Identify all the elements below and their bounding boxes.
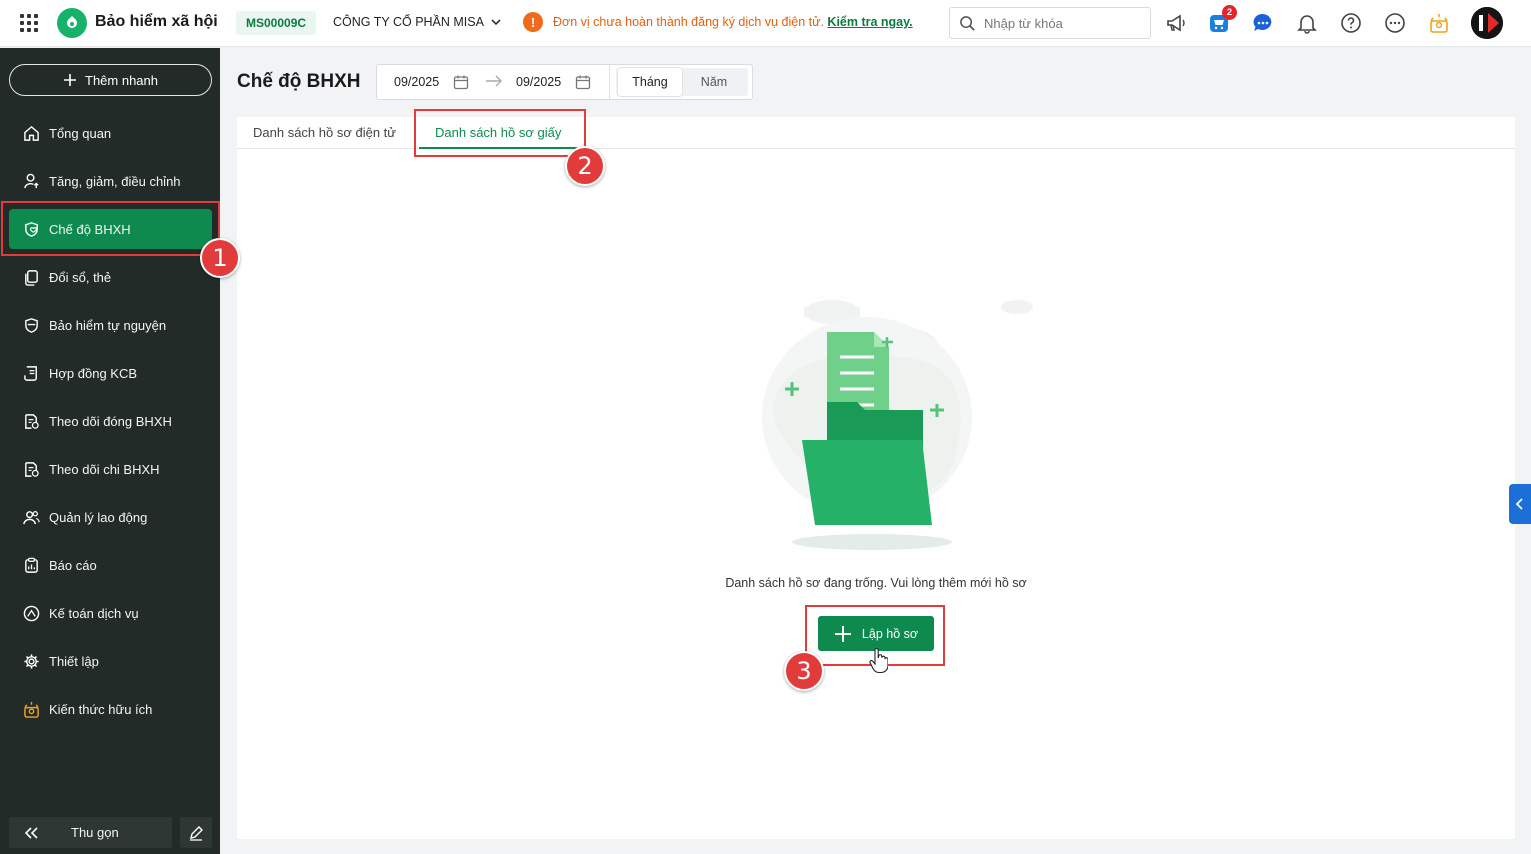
quick-add-label: Thêm nhanh — [85, 72, 158, 88]
more-icon[interactable] — [1383, 11, 1407, 35]
quick-add-button[interactable]: Thêm nhanh — [9, 64, 212, 96]
cart-icon[interactable]: 2 — [1207, 5, 1237, 35]
users-icon — [22, 508, 40, 526]
check-now-link[interactable]: Kiểm tra ngay. — [827, 15, 912, 29]
arrow-right-icon — [485, 74, 503, 91]
sidebar-item-label: Thiết lập — [49, 653, 99, 669]
company-selector[interactable]: CÔNG TY CỔ PHẦN MISA — [333, 15, 502, 29]
doc-track-icon — [22, 460, 40, 478]
sidebar-item-track-payment[interactable]: Theo dõi đóng BHXH — [9, 401, 212, 441]
search-icon — [960, 15, 975, 31]
warning-text: Đơn vị chưa hoàn thành đăng ký dịch vụ đ… — [553, 15, 824, 29]
sidebar-item-label: Đổi sổ, thẻ — [49, 269, 112, 285]
shield-icon — [22, 316, 40, 334]
side-panel-toggle[interactable] — [1509, 484, 1531, 524]
app-title: Bảo hiểm xã hội — [95, 13, 218, 30]
collapse-label: Thu gọn — [71, 825, 119, 840]
step-badge-2: 2 — [565, 146, 605, 186]
sidebar-item-label: Tổng quan — [49, 125, 112, 141]
sidebar-item-label: Bảo hiểm tự nguyện — [49, 317, 167, 333]
sidebar-item-report[interactable]: Báo cáo — [9, 545, 212, 585]
sidebar-item-label: Hợp đồng KCB — [49, 365, 138, 381]
date-from-field[interactable]: 09/2025 — [394, 65, 469, 99]
highlight-box-step-2 — [414, 109, 586, 157]
megaphone-icon[interactable] — [1164, 11, 1188, 35]
chat-icon[interactable] — [1251, 11, 1275, 35]
company-name: CÔNG TY CỔ PHẦN MISA — [333, 15, 484, 29]
sidebar-item-service-accounting[interactable]: Kế toán dịch vụ — [9, 593, 212, 633]
search-box[interactable] — [949, 7, 1151, 39]
period-toggle: Tháng Năm — [616, 68, 748, 96]
date-to-field[interactable]: 09/2025 — [516, 65, 591, 99]
app-logo-icon — [57, 8, 87, 38]
bell-icon[interactable] — [1295, 11, 1319, 35]
date-range-picker: 09/2025 09/2025 Tháng Năm — [376, 64, 753, 100]
knowledge-icon — [22, 700, 40, 718]
sidebar-item-label: Kế toán dịch vụ — [49, 605, 139, 621]
knowledge-bulb-icon[interactable] — [1427, 11, 1451, 35]
highlight-box-step-1 — [1, 201, 220, 256]
period-year-button[interactable]: Năm — [682, 68, 746, 96]
report-icon — [22, 556, 40, 574]
date-from-value: 09/2025 — [394, 75, 440, 89]
user-arrow-icon — [22, 172, 40, 190]
search-input[interactable] — [984, 15, 1144, 31]
sidebar-item-card-exchange[interactable]: Đổi sổ, thẻ — [9, 257, 212, 297]
double-chevron-left-icon — [24, 826, 38, 839]
sidebar-item-label: Theo dõi chi BHXH — [49, 461, 160, 477]
sidebar-item-voluntary-insurance[interactable]: Bảo hiểm tự nguyện — [9, 305, 212, 345]
edit-icon — [190, 825, 203, 841]
date-to-value: 09/2025 — [516, 75, 562, 89]
contract-icon — [22, 364, 40, 382]
sidebar: Thêm nhanh Tổng quan Tăng, giảm, điều ch… — [0, 48, 220, 854]
help-icon[interactable] — [1339, 11, 1363, 35]
sidebar-item-label: Kiến thức hữu ích — [49, 701, 153, 717]
content-panel: Danh sách hồ sơ điện tử Danh sách hồ sơ … — [237, 117, 1515, 839]
calendar-icon — [454, 75, 469, 90]
step-badge-3: 3 — [784, 651, 824, 691]
sidebar-item-increase-decrease[interactable]: Tăng, giảm, điều chỉnh — [9, 161, 212, 201]
hand-cursor-icon — [869, 648, 888, 674]
empty-folder-illustration — [762, 300, 1033, 550]
sidebar-item-label: Quản lý lao động — [49, 509, 148, 525]
sidebar-item-overview[interactable]: Tổng quan — [9, 113, 212, 153]
sidebar-item-settings[interactable]: Thiết lập — [9, 641, 212, 681]
top-bar: Bảo hiểm xã hội MS00009C CÔNG TY CỔ PHẦN… — [0, 0, 1531, 47]
step-badge-1: 1 — [200, 238, 240, 278]
tax-code-badge: MS00009C — [236, 11, 317, 35]
page-title: Chế độ BHXH — [237, 71, 361, 92]
warning-message: Đơn vị chưa hoàn thành đăng ký dịch vụ đ… — [553, 15, 913, 29]
period-month-button[interactable]: Tháng — [618, 68, 682, 96]
sidebar-item-label: Tăng, giảm, điều chỉnh — [49, 173, 181, 189]
empty-message: Danh sách hồ sơ đang trống. Vui lòng thê… — [725, 576, 1027, 590]
sidebar-item-useful-knowledge[interactable]: Kiến thức hữu ích — [9, 689, 212, 729]
user-avatar[interactable] — [1471, 7, 1503, 39]
divider — [609, 65, 610, 99]
warning-icon: ! — [523, 12, 543, 32]
sidebar-item-track-spending[interactable]: Theo dõi chi BHXH — [9, 449, 212, 489]
service-icon — [22, 604, 40, 622]
sidebar-item-label: Theo dõi đóng BHXH — [49, 413, 172, 429]
collapse-sidebar-button[interactable]: Thu gọn — [9, 817, 172, 848]
edit-menu-button[interactable] — [180, 817, 212, 848]
apps-grid-icon[interactable] — [20, 14, 38, 32]
plus-icon — [64, 74, 76, 86]
cart-badge: 2 — [1222, 5, 1237, 20]
copy-icon — [22, 268, 40, 286]
gear-icon — [22, 652, 40, 670]
tab-electronic-records[interactable]: Danh sách hồ sơ điện tử — [253, 117, 396, 149]
chevron-down-icon — [491, 19, 501, 26]
chevron-left-icon — [1515, 498, 1523, 510]
sidebar-item-kcb-contract[interactable]: Hợp đồng KCB — [9, 353, 212, 393]
sidebar-item-labor-management[interactable]: Quản lý lao động — [9, 497, 212, 537]
sidebar-item-label: Báo cáo — [49, 557, 97, 573]
calendar-icon — [576, 75, 591, 90]
home-icon — [22, 124, 40, 142]
doc-track-icon — [22, 412, 40, 430]
